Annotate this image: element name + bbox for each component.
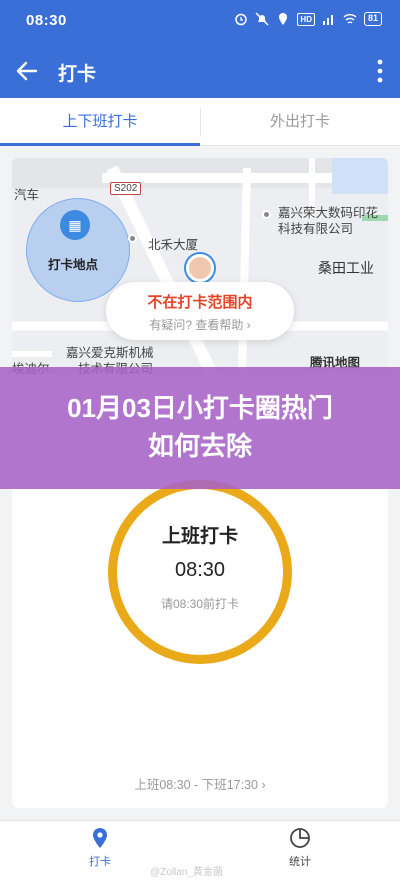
nav-clock-in[interactable]: 打卡 [70, 827, 130, 869]
poi-dot [262, 210, 271, 219]
map-label-sangtian: 桑田工业 [318, 260, 374, 276]
headline-banner: 01月03日小打卡圈热门 如何去除 [0, 367, 400, 489]
map-label-car: 汽车 [14, 188, 40, 202]
map-label-beihe: 北禾大厦 [148, 238, 199, 252]
app-bar: 打卡 [0, 44, 400, 98]
location-pin-icon [93, 828, 107, 848]
checkpoint-label: 打卡地点 [48, 258, 99, 272]
notice-help-link[interactable]: 有疑问? 查看帮助 › [106, 316, 294, 333]
user-avatar-pin [186, 254, 214, 289]
status-bar: 08:30 HD 81 [0, 0, 400, 44]
tab-divider [200, 108, 201, 136]
nav-clock-in-label: 打卡 [89, 856, 111, 868]
page-title: 打卡 [58, 64, 97, 85]
road-tag: S202 [110, 182, 142, 195]
out-of-range-notice[interactable]: 不在打卡范围内 有疑问? 查看帮助 › [106, 282, 294, 340]
more-options-icon[interactable] [376, 58, 384, 84]
nav-statistics-label: 统计 [289, 856, 311, 868]
chevron-right-icon: › [246, 318, 251, 332]
clock-in-hint: 请08:30前打卡 [160, 597, 240, 611]
poi-dot [128, 234, 137, 243]
signal-icon [322, 15, 333, 25]
mute-icon [255, 12, 269, 26]
battery-icon: 81 [363, 12, 382, 26]
map-view[interactable]: S202 汽车 ▦ 打卡地点 北禾大厦 嘉兴荣大数码印花 科技有限公司 桑田工业… [12, 158, 388, 374]
clock-in-label: 上班打卡 [161, 526, 238, 547]
building-icon: ▦ [60, 210, 90, 240]
bottom-nav: 打卡 @Zollan_黄金菌 统计 [0, 820, 400, 880]
alarm-icon [235, 13, 248, 26]
notice-help-text: 有疑问? 查看帮助 [149, 318, 244, 332]
banner-line-2: 如何去除 [147, 431, 252, 461]
clock-in-button[interactable]: 上班打卡 08:30 请08:30前打卡 [108, 480, 292, 664]
nav-statistics[interactable]: 统计 [270, 827, 330, 869]
map-label-rongda-2: 科技有限公司 [278, 222, 354, 236]
status-time: 08:30 [26, 12, 67, 29]
pie-chart-icon [290, 828, 310, 848]
notice-title: 不在打卡范围内 [147, 294, 253, 311]
wifi-icon [343, 14, 357, 24]
tab-commute-clock-in[interactable]: 上下班打卡 [0, 98, 200, 146]
clock-in-time: 08:30 [174, 559, 226, 581]
hd-badge: HD [297, 12, 315, 26]
location-icon [279, 13, 288, 25]
tab-outing-clock-in[interactable]: 外出打卡 [200, 98, 400, 145]
status-icons: HD 81 [234, 12, 382, 26]
tab-bar: 上下班打卡 外出打卡 [0, 98, 400, 146]
back-arrow-icon[interactable] [14, 58, 40, 84]
watermark: @Zollan_黄金菌 [150, 867, 223, 878]
banner-line-1: 01月03日小打卡圈热门 [67, 393, 333, 423]
shift-schedule-link[interactable]: 上班08:30 - 下班17:30 › [12, 774, 388, 793]
